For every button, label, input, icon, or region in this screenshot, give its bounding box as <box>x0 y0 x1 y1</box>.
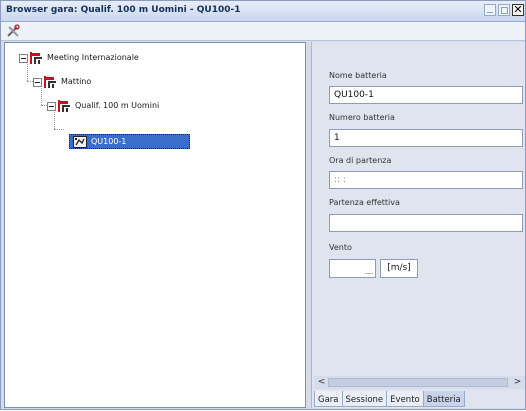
tab-gara[interactable]: Gara <box>314 391 343 407</box>
nome-batteria-field[interactable]: QU100-1 <box>329 86 523 104</box>
numero-batteria-field[interactable]: 1 <box>329 129 523 147</box>
tree-item-label: QU100-1 <box>91 137 127 146</box>
race-tree: Meeting Internazionale Mattino Qualif. 1… <box>4 42 306 408</box>
toolbar <box>1 22 525 41</box>
window-title: Browser gara: Qualif. 100 m Uomini - QU1… <box>6 5 241 15</box>
heat-properties-panel: Nome batteria QU100-1 Numero batteria 1 … <box>311 42 525 408</box>
ora-partenza-label: Ora di partenza <box>329 156 392 165</box>
scroll-left-button[interactable]: < <box>316 377 327 388</box>
scroll-thumb[interactable] <box>328 378 508 387</box>
tab-batteria[interactable]: Batteria <box>422 391 465 407</box>
tree-item-heat[interactable]: QU100-1 <box>69 134 190 149</box>
collapse-icon[interactable] <box>33 78 42 87</box>
vento-unit: [m/s] <box>380 259 418 278</box>
partenza-effettiva-label: Partenza effettiva <box>329 198 400 207</box>
ora-partenza-field[interactable]: :: : <box>329 171 523 189</box>
numero-batteria-label: Numero batteria <box>329 113 395 122</box>
tab-evento[interactable]: Evento <box>386 391 424 407</box>
tree-item-label: Mattino <box>61 77 92 86</box>
collapse-icon[interactable] <box>19 54 28 63</box>
tools-icon[interactable] <box>5 24 21 38</box>
partenza-effettiva-field[interactable] <box>329 214 523 232</box>
minimize-button[interactable] <box>484 4 496 16</box>
session-flag-icon <box>44 76 56 88</box>
browser-window: Browser gara: Qualif. 100 m Uomini - QU1… <box>0 0 526 410</box>
tree-connector <box>54 129 64 130</box>
tree-item-label: Meeting Internazionale <box>47 53 139 62</box>
meeting-flag-icon <box>30 52 42 64</box>
tab-sessione[interactable]: Sessione <box>341 391 388 407</box>
collapse-icon[interactable] <box>47 102 56 111</box>
tree-item-label: Qualif. 100 m Uomini <box>75 101 160 110</box>
event-flag-icon <box>58 100 70 112</box>
title-bar: Browser gara: Qualif. 100 m Uomini - QU1… <box>1 1 525 22</box>
tab-strip: Gara Sessione Evento Batteria <box>314 391 465 411</box>
maximize-button[interactable] <box>498 4 510 16</box>
nome-batteria-label: Nome batteria <box>329 71 387 80</box>
scroll-right-button[interactable]: > <box>512 377 523 388</box>
horizontal-scrollbar[interactable]: < > <box>314 376 525 389</box>
heat-icon <box>73 136 87 148</box>
vento-label: Vento <box>329 243 352 252</box>
close-button[interactable]: ✕ <box>512 4 524 16</box>
vento-field[interactable] <box>329 259 376 278</box>
